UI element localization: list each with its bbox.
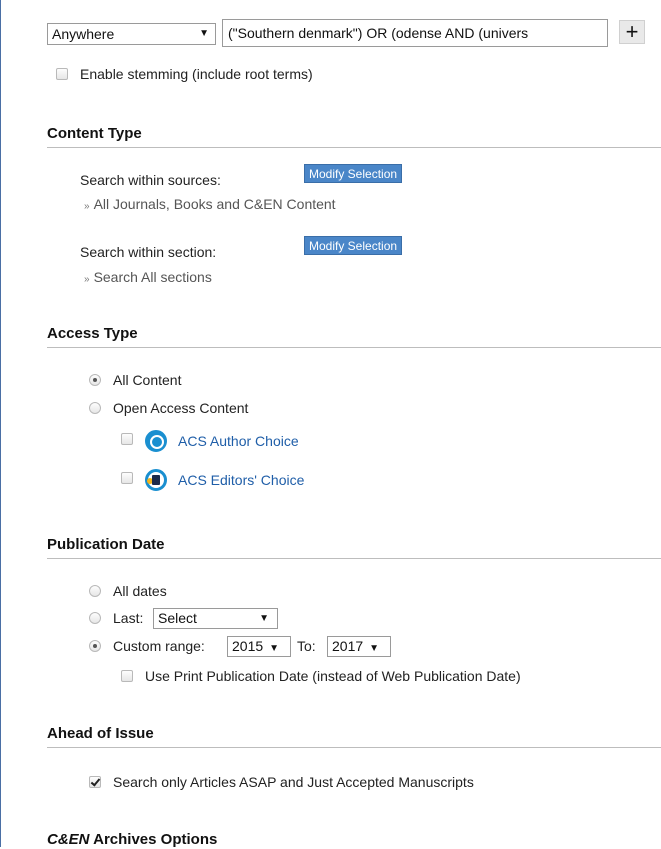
editors-choice-link[interactable]: ACS Editors' Choice — [178, 471, 304, 489]
publication-date-divider — [47, 558, 661, 559]
to-year-select[interactable]: 2017 ▼ — [327, 636, 391, 657]
last-label: Last: — [113, 610, 144, 626]
author-choice-checkbox[interactable] — [121, 433, 133, 445]
open-access-label: Open Access Content — [113, 400, 249, 416]
publication-date-heading: Publication Date — [47, 536, 165, 553]
custom-range-radio[interactable] — [89, 640, 101, 652]
sources-value-text: All Journals, Books and C&EN Content — [93, 196, 336, 212]
cen-archives-heading-rest: Archives Options — [89, 831, 218, 848]
print-date-label: Use Print Publication Date (instead of W… — [145, 668, 521, 684]
content-type-heading: Content Type — [47, 125, 142, 142]
section-label: Search within section: — [80, 244, 217, 260]
section-value-text: Search All sections — [93, 269, 212, 285]
left-border — [0, 0, 1, 847]
all-content-label: All Content — [113, 372, 182, 388]
asap-label: Search only Articles ASAP and Just Accep… — [113, 774, 474, 790]
sources-label: Search within sources: — [80, 172, 221, 188]
chevron-down-icon: ▼ — [369, 643, 380, 654]
sources-value[interactable]: » All Journals, Books and C&EN Content — [84, 195, 336, 216]
modify-sources-button[interactable]: Modify Selection — [304, 164, 403, 183]
to-year-value: 2017 — [332, 638, 364, 654]
access-type-divider — [47, 347, 661, 348]
section-value[interactable]: » Search All sections — [84, 268, 212, 289]
all-dates-radio[interactable] — [89, 585, 101, 597]
search-field-select[interactable]: Anywhere ▼ — [47, 23, 216, 45]
editors-choice-icon — [145, 469, 167, 491]
last-period-value: Select — [158, 610, 197, 626]
ahead-of-issue-heading: Ahead of Issue — [47, 725, 154, 742]
ahead-of-issue-divider — [47, 747, 661, 748]
last-radio[interactable] — [89, 612, 101, 624]
from-year-value: 2015 — [232, 638, 264, 654]
search-query-value: ("Southern denmark") OR (odense AND (uni… — [228, 25, 529, 41]
content-type-divider — [47, 147, 661, 148]
add-search-row-button[interactable]: + — [619, 20, 645, 44]
cen-archives-heading-italic: C&EN — [47, 831, 90, 848]
stemming-label: Enable stemming (include root terms) — [80, 66, 313, 82]
stemming-checkbox[interactable] — [56, 68, 68, 80]
chevron-down-icon: ▼ — [259, 613, 269, 624]
chevron-right-icon: » — [84, 274, 90, 285]
search-field-select-value: Anywhere — [52, 26, 115, 42]
chevron-down-icon: ▼ — [269, 643, 280, 654]
chevron-right-icon: » — [84, 201, 90, 212]
from-year-select[interactable]: 2015 ▼ — [227, 636, 291, 657]
all-content-radio[interactable] — [89, 374, 101, 386]
last-period-select[interactable]: Select ▼ — [153, 608, 278, 629]
custom-range-label: Custom range: — [113, 638, 205, 654]
access-type-heading: Access Type — [47, 325, 138, 342]
author-choice-icon — [145, 430, 167, 452]
asap-checkbox[interactable] — [89, 776, 101, 788]
to-label: To: — [297, 638, 316, 654]
cen-archives-heading: C&EN Archives Options — [47, 831, 217, 849]
editors-choice-checkbox[interactable] — [121, 472, 133, 484]
print-date-checkbox[interactable] — [121, 670, 133, 682]
author-choice-link[interactable]: ACS Author Choice — [178, 432, 299, 450]
modify-section-button[interactable]: Modify Selection — [304, 236, 403, 255]
open-access-radio[interactable] — [89, 402, 101, 414]
search-query-input[interactable]: ("Southern denmark") OR (odense AND (uni… — [222, 19, 608, 47]
chevron-down-icon: ▼ — [199, 28, 209, 39]
all-dates-label: All dates — [113, 583, 167, 599]
